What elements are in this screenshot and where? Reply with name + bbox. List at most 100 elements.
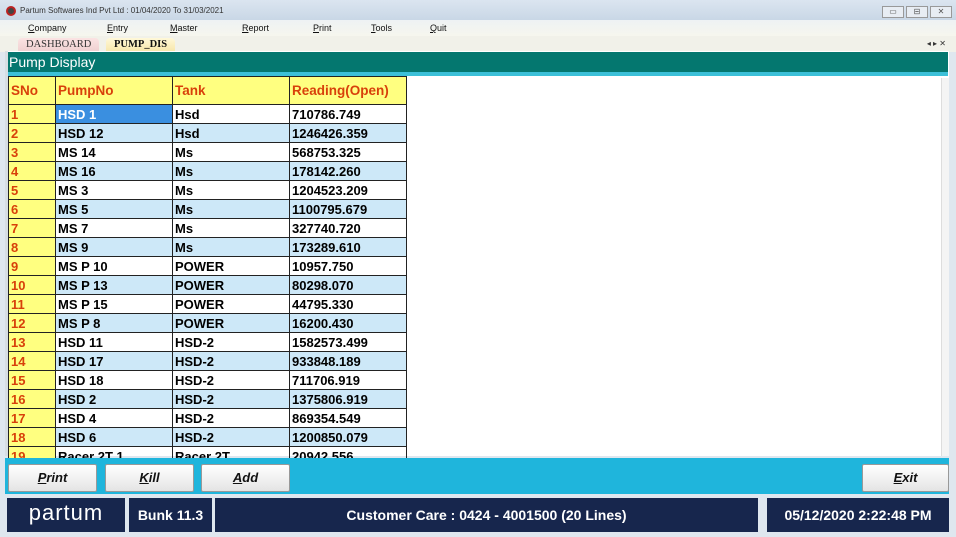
tab-controls[interactable]: ◂ ▸ ✕ — [927, 39, 946, 48]
reading-cell[interactable]: 10957.750 — [289, 256, 407, 276]
pumpno-cell[interactable]: MS P 10 — [55, 256, 173, 276]
menu-quit[interactable]: Quit — [430, 23, 447, 33]
restore-button[interactable]: ⊟ — [906, 6, 928, 18]
table-row[interactable]: 1 HSD 1 Hsd 710786.749 — [8, 104, 407, 124]
sno-cell[interactable]: 10 — [8, 275, 56, 295]
table-row[interactable]: 6 MS 5 Ms 1100795.679 — [8, 199, 407, 219]
table-row[interactable]: 8 MS 9 Ms 173289.610 — [8, 237, 407, 257]
sno-cell[interactable]: 14 — [8, 351, 56, 371]
pumpno-cell[interactable]: HSD 11 — [55, 332, 173, 352]
close-button[interactable]: ✕ — [930, 6, 952, 18]
table-row[interactable]: 14 HSD 17 HSD-2 933848.189 — [8, 351, 407, 371]
reading-cell[interactable]: 710786.749 — [289, 104, 407, 124]
sno-cell[interactable]: 16 — [8, 389, 56, 409]
pumpno-cell[interactable]: MS 7 — [55, 218, 173, 238]
reading-cell[interactable]: 44795.330 — [289, 294, 407, 314]
tank-cell[interactable]: POWER — [172, 275, 290, 295]
print-button[interactable]: Print — [8, 464, 97, 492]
table-row[interactable]: 11 MS P 15 POWER 44795.330 — [8, 294, 407, 314]
menu-tools[interactable]: Tools — [371, 23, 392, 33]
sno-cell[interactable]: 8 — [8, 237, 56, 257]
pumpno-cell[interactable]: MS 5 — [55, 199, 173, 219]
reading-cell[interactable]: 173289.610 — [289, 237, 407, 257]
tank-cell[interactable]: HSD-2 — [172, 351, 290, 371]
table-row[interactable]: 10 MS P 13 POWER 80298.070 — [8, 275, 407, 295]
table-row[interactable]: 12 MS P 8 POWER 16200.430 — [8, 313, 407, 333]
tank-cell[interactable]: Ms — [172, 237, 290, 257]
table-row[interactable]: 5 MS 3 Ms 1204523.209 — [8, 180, 407, 200]
menu-company[interactable]: Company — [28, 23, 67, 33]
tank-cell[interactable]: POWER — [172, 294, 290, 314]
tank-cell[interactable]: HSD-2 — [172, 427, 290, 447]
tank-cell[interactable]: POWER — [172, 313, 290, 333]
tank-cell[interactable]: Ms — [172, 199, 290, 219]
tank-cell[interactable]: Hsd — [172, 104, 290, 124]
tank-cell[interactable]: HSD-2 — [172, 370, 290, 390]
menu-report[interactable]: Report — [242, 23, 269, 33]
sno-cell[interactable]: 11 — [8, 294, 56, 314]
reading-cell[interactable]: 1100795.679 — [289, 199, 407, 219]
add-button[interactable]: Add — [201, 464, 290, 492]
tank-cell[interactable]: Ms — [172, 218, 290, 238]
sno-cell[interactable]: 5 — [8, 180, 56, 200]
kill-button[interactable]: Kill — [105, 464, 194, 492]
table-row[interactable]: 15 HSD 18 HSD-2 711706.919 — [8, 370, 407, 390]
table-row[interactable]: 2 HSD 12 Hsd 1246426.359 — [8, 123, 407, 143]
sno-cell[interactable]: 18 — [8, 427, 56, 447]
reading-cell[interactable]: 869354.549 — [289, 408, 407, 428]
tank-cell[interactable]: HSD-2 — [172, 389, 290, 409]
table-row[interactable]: 16 HSD 2 HSD-2 1375806.919 — [8, 389, 407, 409]
table-row[interactable]: 4 MS 16 Ms 178142.260 — [8, 161, 407, 181]
tank-cell[interactable]: Ms — [172, 142, 290, 162]
reading-cell[interactable]: 1246426.359 — [289, 123, 407, 143]
sno-cell[interactable]: 7 — [8, 218, 56, 238]
tank-cell[interactable]: HSD-2 — [172, 332, 290, 352]
sno-cell[interactable]: 2 — [8, 123, 56, 143]
pumpno-cell[interactable]: HSD 4 — [55, 408, 173, 428]
table-row[interactable]: 9 MS P 10 POWER 10957.750 — [8, 256, 407, 276]
vertical-scrollbar[interactable] — [941, 78, 949, 456]
sno-cell[interactable]: 12 — [8, 313, 56, 333]
pumpno-cell[interactable]: HSD 18 — [55, 370, 173, 390]
pumpno-cell[interactable]: MS P 15 — [55, 294, 173, 314]
tank-cell[interactable]: Ms — [172, 161, 290, 181]
reading-cell[interactable]: 568753.325 — [289, 142, 407, 162]
sno-cell[interactable]: 13 — [8, 332, 56, 352]
reading-cell[interactable]: 933848.189 — [289, 351, 407, 371]
sno-cell[interactable]: 3 — [8, 142, 56, 162]
pumpno-cell[interactable]: HSD 17 — [55, 351, 173, 371]
reading-cell[interactable]: 711706.919 — [289, 370, 407, 390]
table-row[interactable]: 18 HSD 6 HSD-2 1200850.079 — [8, 427, 407, 447]
tank-cell[interactable]: HSD-2 — [172, 408, 290, 428]
pumpno-cell[interactable]: MS 14 — [55, 142, 173, 162]
reading-cell[interactable]: 1375806.919 — [289, 389, 407, 409]
col-tank[interactable]: Tank — [172, 76, 290, 105]
minimize-button[interactable]: ▭ — [882, 6, 904, 18]
table-row[interactable]: 3 MS 14 Ms 568753.325 — [8, 142, 407, 162]
pumpno-cell[interactable]: MS 9 — [55, 237, 173, 257]
pumpno-cell[interactable]: HSD 6 — [55, 427, 173, 447]
menu-master[interactable]: Master — [170, 23, 198, 33]
table-row[interactable]: 13 HSD 11 HSD-2 1582573.499 — [8, 332, 407, 352]
pumpno-cell[interactable]: MS 16 — [55, 161, 173, 181]
reading-cell[interactable]: 80298.070 — [289, 275, 407, 295]
col-pumpno[interactable]: PumpNo — [55, 76, 173, 105]
reading-cell[interactable]: 1582573.499 — [289, 332, 407, 352]
sno-cell[interactable]: 1 — [8, 104, 56, 124]
exit-button[interactable]: Exit — [862, 464, 949, 492]
pumpno-cell[interactable]: HSD 1 — [55, 104, 173, 124]
pumpno-cell[interactable]: MS P 13 — [55, 275, 173, 295]
tab-pump-dis[interactable]: PUMP_DIS — [106, 38, 176, 52]
reading-cell[interactable]: 16200.430 — [289, 313, 407, 333]
pumpno-cell[interactable]: MS P 8 — [55, 313, 173, 333]
reading-cell[interactable]: 1204523.209 — [289, 180, 407, 200]
sno-cell[interactable]: 15 — [8, 370, 56, 390]
col-reading[interactable]: Reading(Open) — [289, 76, 407, 105]
pumpno-cell[interactable]: MS 3 — [55, 180, 173, 200]
pumpno-cell[interactable]: HSD 2 — [55, 389, 173, 409]
tab-dashboard[interactable]: DASHBOARD — [18, 38, 100, 52]
sno-cell[interactable]: 17 — [8, 408, 56, 428]
menu-print[interactable]: Print — [313, 23, 332, 33]
pumpno-cell[interactable]: HSD 12 — [55, 123, 173, 143]
reading-cell[interactable]: 327740.720 — [289, 218, 407, 238]
